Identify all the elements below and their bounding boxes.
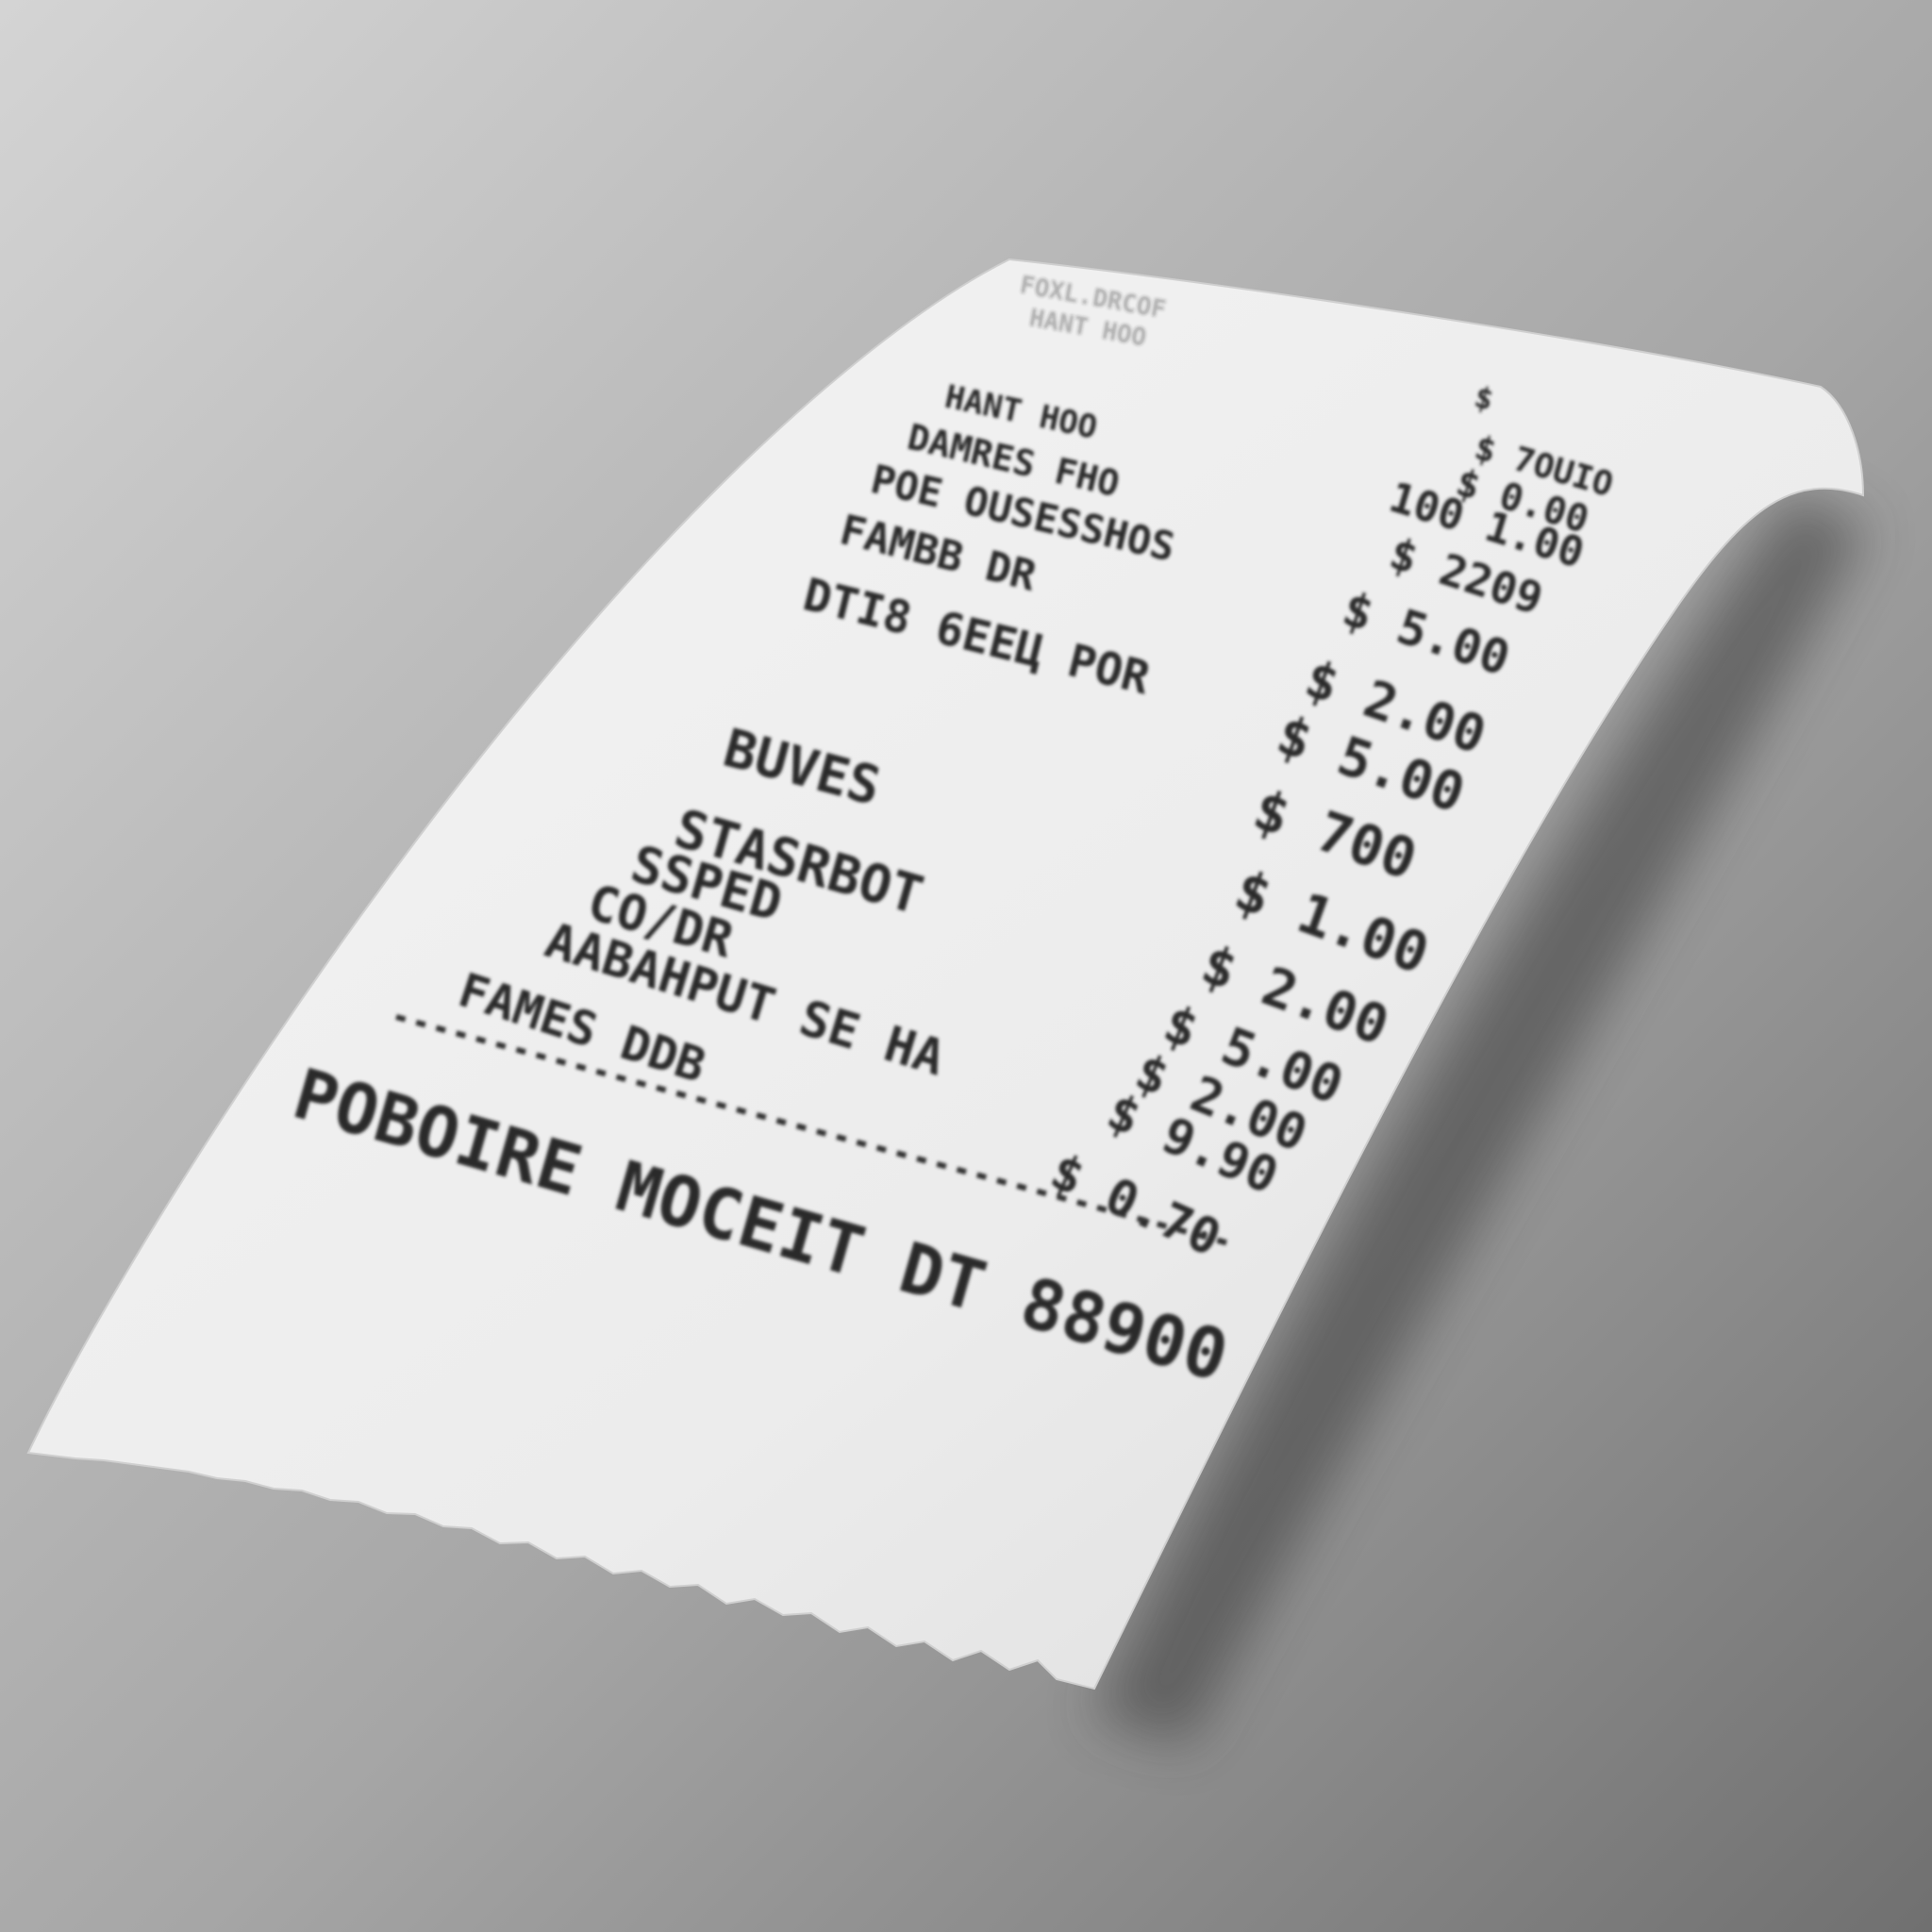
receipt-photo: FOXL.DRCOFHANT HOO$HANT HOO$ 7OUIODAMRES… — [0, 0, 1932, 1932]
